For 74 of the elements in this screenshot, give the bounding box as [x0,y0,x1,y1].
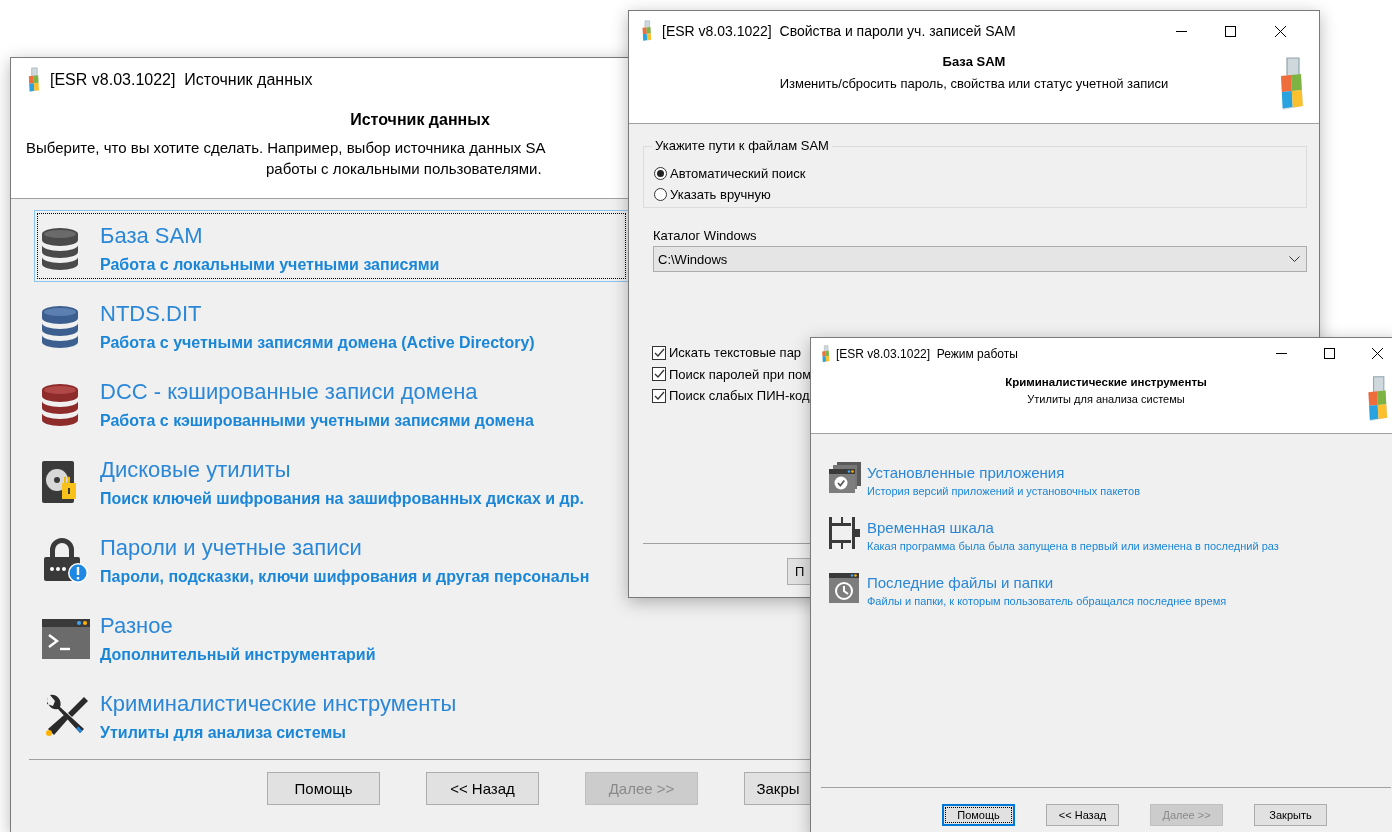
source-option[interactable]: Разное Дополнительный инструментарий [34,600,629,672]
option-description: Работа с локальными учетными записями [100,255,441,275]
checkbox[interactable] [652,367,666,382]
option-title: Криминалистические инструменты [100,690,458,718]
tool-option[interactable]: Последние файлы и папки Файлы и папки, к которым пользователь обращался последнее время [827,574,1392,629]
radio-label: Указать вручную [670,187,771,202]
radio-button[interactable] [654,188,667,201]
option-title: Установленные приложения [867,464,1066,482]
dialog-button[interactable]: Помощь [942,804,1015,826]
header-title: База SAM [941,54,1007,69]
header-title: Криминалистические инструменты [1004,376,1208,388]
usb-stick-icon [641,20,652,42]
window-title: [ESR v8.03.1022] Свойства и пароли уч. записей SAM [662,23,1016,39]
option-title: Временная шкала [867,519,995,537]
usb-stick-icon [1365,375,1389,423]
option-description: Поиск ключей шифрования на зашифрованных дисках и др. [100,489,585,509]
checkbox[interactable] [652,388,666,403]
dialog-button[interactable]: << Назад [1046,804,1119,826]
dialog-button[interactable]: П [787,557,811,585]
dialog-button[interactable]: Помощь [267,772,380,805]
header-description: Выберите, что вы хотите сделать. Например, выбор источника данных SA работы с локальными пользователями. [26,138,547,179]
tool-option[interactable]: Установленные приложения История версий приложений и установочных пакетов [827,464,1392,519]
dialog-button[interactable]: Закрыть [1254,804,1327,826]
timeline-icon [827,517,861,549]
tool-option[interactable]: Временная шкала Какая программа была была запущена в первый или изменена в последний раз [827,519,1392,574]
radio-label: Автоматический поиск [670,166,806,181]
source-option[interactable]: DCC - кэшированные записи домена Работа с кэшированными учетными записями домена [34,366,629,438]
database-icon [40,226,80,272]
chevron-down-icon [1289,255,1300,263]
option-title: NTDS.DIT [100,300,203,328]
checkbox-label: Поиск слабых ПИН-код [669,388,810,404]
group-label: Укажите пути к файлам SAM [652,138,832,153]
option-description: Работа с учетными записями домена (Active Directory) [100,333,536,353]
maximize-icon[interactable] [1225,25,1237,37]
usb-stick-icon [821,344,830,363]
option-description: Пароли, подсказки, ключи шифрования и другая персональн [100,567,591,587]
header-subtitle: Изменить/сбросить пароль, свойства или статус учетной записи [778,76,1170,91]
option-description: Файлы и папки, к которым пользователь обращался последнее время [867,594,1227,608]
window-title: [ESR v8.03.1022] Режим работы [836,346,1018,361]
radio-button[interactable] [654,167,667,180]
checkbox-label: Поиск паролей при пом [669,366,812,382]
source-option[interactable]: База SAM Работа с локальными учетными записями [34,210,629,282]
option-description: Какая программа была была запущена в первый или изменена в последний раз [867,539,1279,553]
header-subtitle: Утилиты для анализа системы [1026,393,1186,405]
usb-stick-icon [27,66,40,93]
option-title: Разное [100,612,174,640]
option-description: Утилиты для анализа системы [100,723,347,743]
database-icon [40,382,80,428]
close-icon[interactable] [1274,25,1286,37]
maximize-icon[interactable] [1323,348,1335,359]
source-option[interactable]: Дисковые утилиты Поиск ключей шифрования на зашифрованных дисках и др. [34,444,629,516]
option-title: База SAM [100,222,204,250]
option-title: Дисковые утилиты [100,456,292,484]
option-description: Работа с кэшированными учетными записями домена [100,411,535,431]
windows-check-icon [827,462,861,494]
close-icon[interactable] [1371,348,1383,359]
clock-window-icon [827,572,861,604]
checkbox-label: Искать текстовые пар [669,345,802,361]
option-title: Последние файлы и папки [867,574,1055,592]
checkbox[interactable] [652,345,666,360]
source-option[interactable]: Пароли и учетные записи Пароли, подсказки, ключи шифрования и другая персональн [34,522,629,594]
option-title: Пароли и учетные записи [100,534,363,562]
database-icon [40,304,80,350]
dropdown-field[interactable]: C:\Windows [653,246,1307,272]
field-label: Каталог Windows [653,228,758,243]
dialog-button[interactable]: << Назад [426,772,539,805]
option-title: DCC - кэшированные записи домена [100,378,479,406]
source-option[interactable]: Криминалистические инструменты Утилиты для анализа системы [34,678,629,750]
source-option[interactable]: NTDS.DIT Работа с учетными записями домена (Active Directory) [34,288,629,360]
header-title: Источник данных [349,111,491,129]
option-description: История версий приложений и установочных пакетов [867,484,1140,498]
option-description: Дополнительный инструментарий [100,645,377,665]
window-title: [ESR v8.03.1022] Источник данных [50,70,313,89]
dialog-button[interactable]: Закры [744,772,811,805]
